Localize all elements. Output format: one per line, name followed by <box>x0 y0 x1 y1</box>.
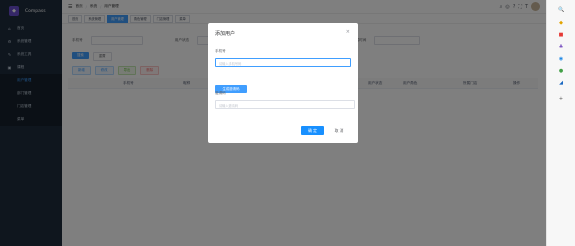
add-icon[interactable]: + <box>558 96 564 102</box>
code-placeholder: 请输入邀请码 <box>219 103 239 108</box>
invite-code-input[interactable]: 请输入邀请码 <box>215 100 355 109</box>
extension-icon[interactable]: ◉ <box>558 56 564 62</box>
phone-input[interactable]: 请输入手机号码 <box>215 58 351 67</box>
extension-icon[interactable]: ◆ <box>558 20 564 26</box>
cancel-button[interactable]: 取 消 <box>332 126 346 135</box>
dialog-title: 添加用户 <box>215 31 236 37</box>
extension-icon[interactable]: ◢ <box>558 80 564 86</box>
add-user-dialog: 添加用户 × 手机号 请输入手机号码 生成邀请码 邀请码 请输入邀请码 确 定 … <box>208 23 358 143</box>
extension-icon[interactable]: ♣ <box>558 44 564 50</box>
close-icon[interactable]: × <box>346 29 350 35</box>
extension-icon[interactable]: ● <box>558 68 564 74</box>
extension-icon[interactable]: ■ <box>558 32 564 38</box>
phone-placeholder: 请输入手机号码 <box>219 61 242 66</box>
phone-label: 手机号 <box>215 49 226 53</box>
code-label: 邀请码 <box>215 91 226 95</box>
browser-sidebar: 🔍 ◆ ■ ♣ ◉ ● ◢ + <box>546 0 575 246</box>
search-icon[interactable]: 🔍 <box>558 7 564 13</box>
confirm-button[interactable]: 确 定 <box>301 126 324 135</box>
